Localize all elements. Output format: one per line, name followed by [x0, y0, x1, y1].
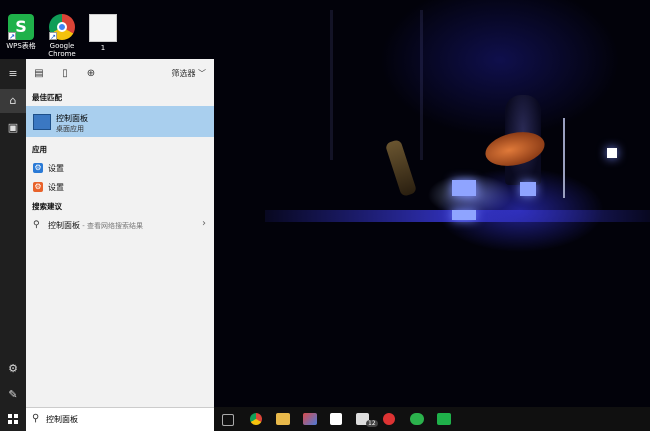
- guitar-stand: [384, 138, 418, 198]
- chrome-taskbar-icon[interactable]: [250, 413, 262, 425]
- stage-light: [607, 148, 617, 158]
- desktop-icon-wps[interactable]: S ↗ WPS表格: [1, 14, 41, 50]
- mail-badge: 12: [366, 420, 378, 427]
- filter-label: 筛选器: [171, 69, 196, 78]
- start-rail: ≡ ⌂ ▣ ⚙ ✎: [0, 59, 26, 407]
- best-match-subtitle: 桌面应用: [56, 125, 84, 133]
- shortcut-arrow-icon: ↗: [8, 32, 16, 41]
- desktop-icon-label: 1: [100, 44, 106, 52]
- feedback-icon[interactable]: ✎: [0, 383, 26, 407]
- settings-icon[interactable]: ⚙: [0, 357, 26, 381]
- web-suggestion-item[interactable]: ⚲ 控制面板 - 查看网络搜索结果 ›: [26, 216, 214, 234]
- task-view-icon[interactable]: [222, 414, 234, 426]
- app-result-item[interactable]: ⚙ 设置: [26, 178, 214, 196]
- stage-light: [452, 210, 476, 220]
- desktop-icon-chrome[interactable]: ↗ Google Chrome: [42, 14, 82, 58]
- chrome-icon: ↗: [49, 14, 75, 41]
- apps-filter-icon[interactable]: ▤: [33, 68, 45, 80]
- app-result-label: 设置: [48, 164, 64, 173]
- chevron-down-icon: ﹀: [198, 69, 206, 78]
- suggestion-subtext: - 查看网络搜索结果: [80, 222, 143, 230]
- paint-icon[interactable]: [303, 413, 317, 425]
- app-result-item[interactable]: ⚙ 设置: [26, 159, 214, 177]
- desktop-icon-file[interactable]: 1: [83, 14, 123, 52]
- wps-spreadsheet-icon: S ↗: [8, 14, 34, 41]
- apps-header: 应用: [32, 145, 47, 154]
- documents-filter-icon[interactable]: ▯: [59, 68, 71, 80]
- desktop-icon-label: WPS表格: [6, 42, 36, 50]
- web-filter-icon[interactable]: ⊕: [85, 68, 97, 80]
- settings-gear-icon: ⚙: [33, 163, 43, 173]
- file-thumbnail-icon: [89, 14, 117, 42]
- stage-pillar: [330, 10, 333, 160]
- suggestions-header: 搜索建议: [32, 202, 62, 211]
- best-match-title: 控制面板: [56, 114, 88, 123]
- control-panel-icon: [33, 114, 51, 130]
- notebook-icon[interactable]: ▣: [0, 116, 26, 140]
- web-suggestion-label: 控制面板 - 查看网络搜索结果: [48, 220, 143, 231]
- start-button[interactable]: [0, 407, 26, 431]
- wechat-icon[interactable]: [410, 413, 424, 425]
- best-match-header: 最佳匹配: [32, 93, 62, 102]
- best-match-item[interactable]: 控制面板 桌面应用: [26, 106, 214, 137]
- home-icon[interactable]: ⌂: [0, 89, 26, 113]
- filter-dropdown[interactable]: 筛选器 ﹀: [171, 68, 206, 79]
- search-input[interactable]: [46, 413, 206, 426]
- mic-stand: [563, 118, 565, 198]
- app-result-label: 设置: [48, 183, 64, 192]
- wps-taskbar-icon[interactable]: [437, 413, 451, 425]
- netease-music-icon[interactable]: [383, 413, 395, 425]
- suggestion-text: 控制面板: [48, 221, 80, 230]
- shortcut-arrow-icon: ↗: [49, 32, 57, 41]
- windows-logo-icon: [8, 414, 18, 424]
- hamburger-icon[interactable]: ≡: [0, 62, 26, 86]
- stage-light: [520, 182, 536, 196]
- file-explorer-icon[interactable]: [276, 413, 290, 425]
- chevron-right-icon[interactable]: ›: [202, 218, 206, 229]
- search-results-panel: ▤ ▯ ⊕ 筛选器 ﹀ 最佳匹配 控制面板 桌面应用 应用 ⚙ 设置 ⚙ 设置 …: [26, 59, 214, 407]
- store-icon[interactable]: [330, 413, 342, 425]
- desktop-icon-label: Google Chrome: [48, 42, 76, 58]
- search-icon: ⚲: [33, 220, 40, 230]
- settings-orange-icon: ⚙: [33, 182, 43, 192]
- stage-pillar: [420, 10, 423, 160]
- stage-light: [452, 180, 476, 196]
- panel-toolbar: ▤ ▯ ⊕ 筛选器 ﹀: [26, 59, 214, 89]
- search-icon: ⚲: [32, 413, 40, 424]
- taskbar-search-box[interactable]: ⚲: [26, 407, 214, 431]
